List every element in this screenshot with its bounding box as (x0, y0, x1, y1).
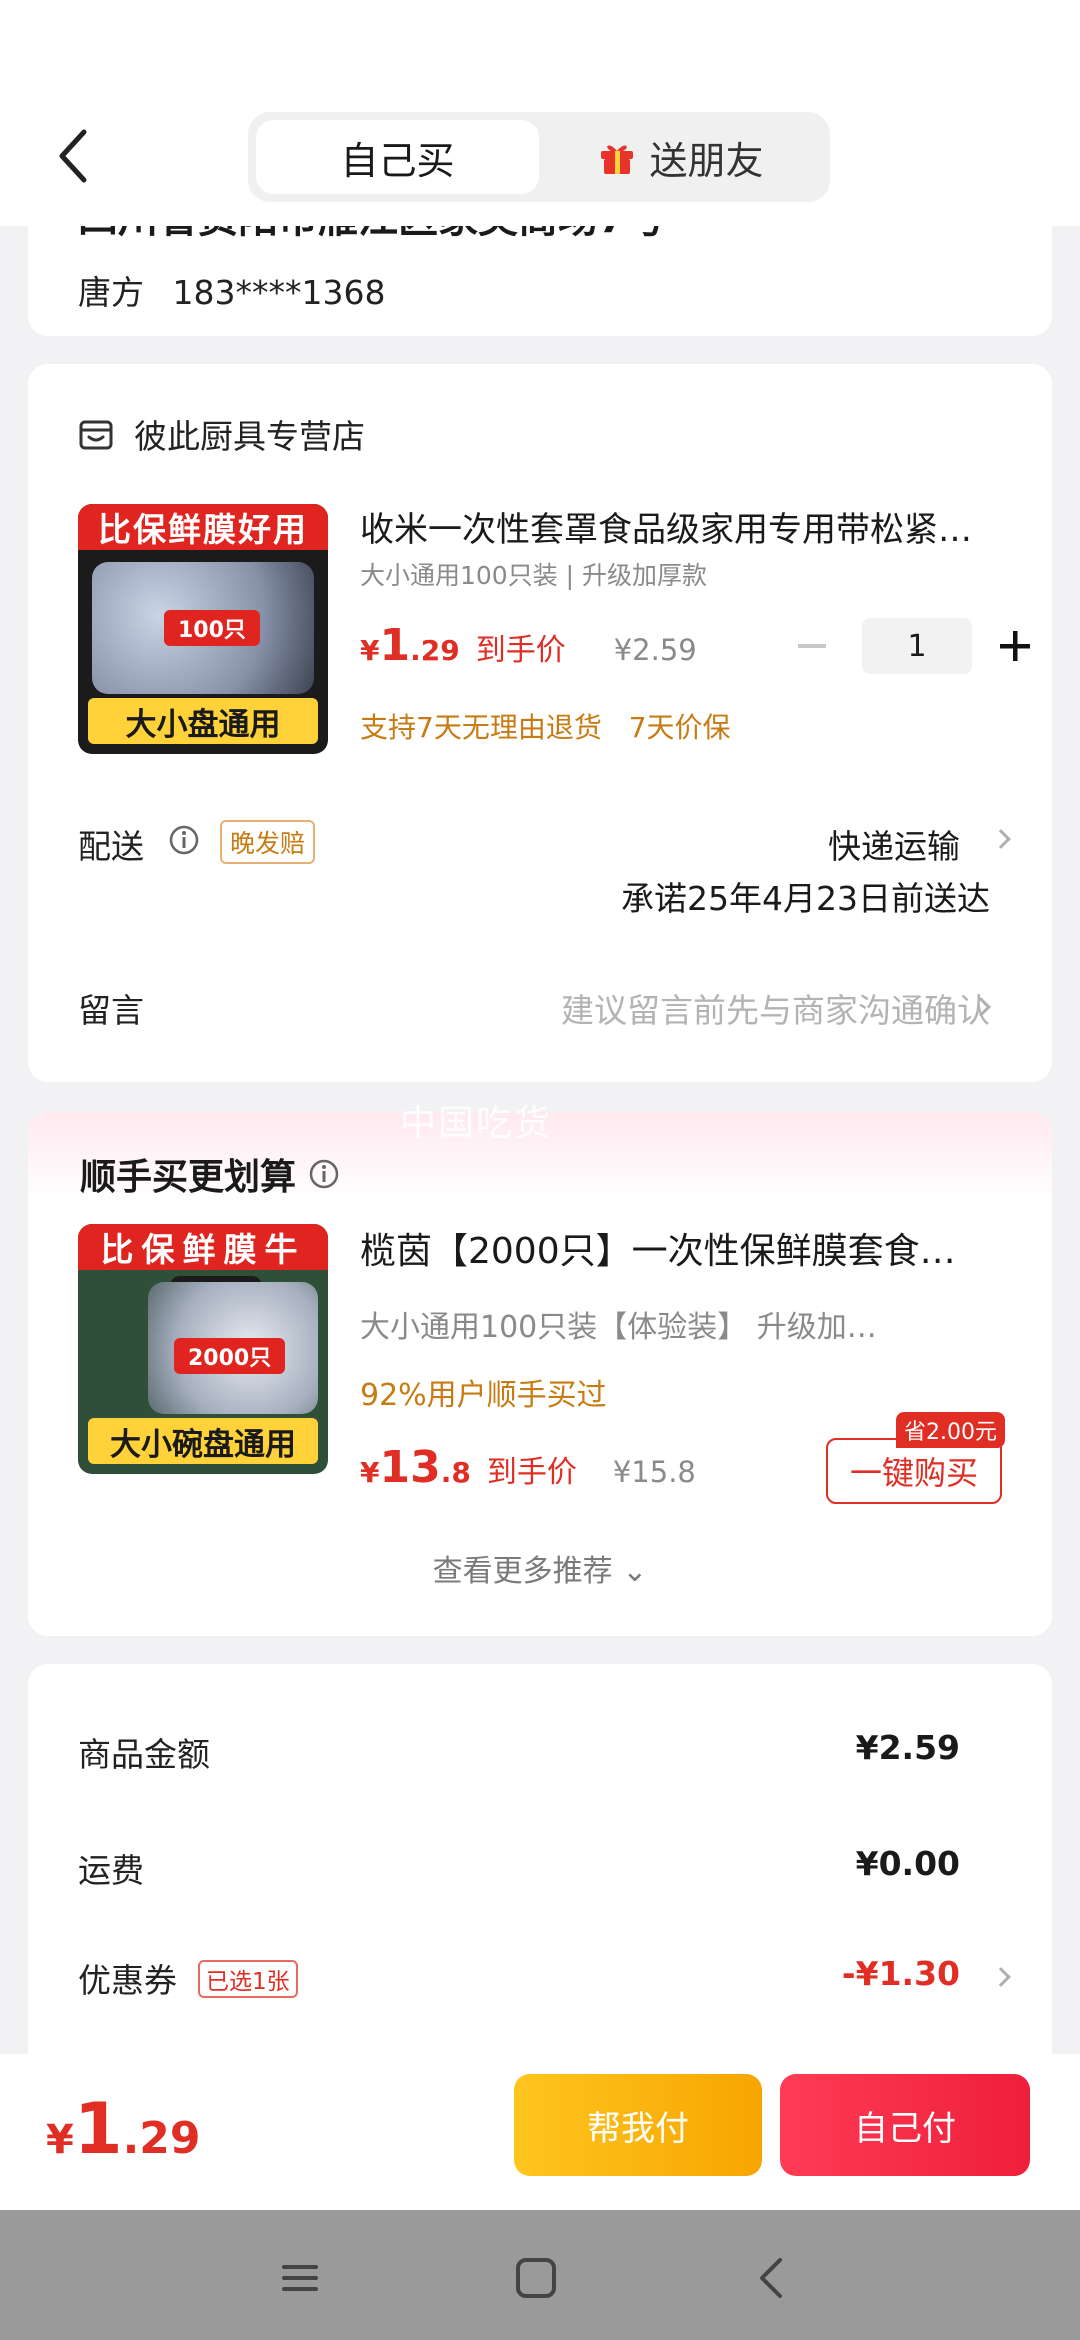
product-image-bottom-text: 大小盘通用 (88, 698, 318, 744)
recommend-price: ¥ 13 .8 到手价 ¥15.8 (360, 1442, 696, 1493)
product-image[interactable]: 比保鲜膜好用 100只 大小盘通用 (78, 504, 328, 754)
recipient-name: 唐方 (78, 273, 144, 312)
recommend-product-spec[interactable]: 大小通用100只装【体验装】 升级加… (360, 1302, 960, 1346)
plus-icon (1000, 631, 1030, 661)
shop-icon (79, 420, 113, 450)
coupon-label: 优惠券 (78, 1961, 177, 2000)
gift-icon (601, 145, 634, 174)
recommend-image-bottom-text: 大小碗盘通用 (88, 1418, 318, 1464)
total-price: ¥ 1 .29 (46, 2088, 201, 2170)
shipping-fee-row: 运费 ¥0.00 (78, 1844, 1022, 1894)
coupon-row[interactable]: 优惠券 已选1张 -¥1.30 (78, 1954, 1022, 2004)
info-icon[interactable] (308, 1158, 340, 1190)
product-title[interactable]: 收米一次性套罩食品级家用专用带松紧… (360, 502, 1020, 551)
price-decimal: .29 (410, 634, 460, 667)
recommend-product-title[interactable]: 榄茵【2000只】一次性保鲜膜套食… (360, 1222, 1020, 1274)
back-button[interactable] (52, 124, 96, 188)
save-amount-badge: 省2.00元 (896, 1412, 1005, 1448)
checkout-bar: ¥ 1 .29 帮我付 自己付 (0, 2054, 1080, 2210)
product-services: 支持7天无理由退货 7天价保 (360, 706, 731, 746)
quantity-input[interactable]: 1 (862, 618, 972, 674)
tab-gift-friend-label: 送朋友 (649, 138, 764, 183)
recommend-title: 顺手买更划算 (80, 1157, 297, 1198)
service-return: 支持7天无理由退货 (360, 711, 602, 744)
recommend-image-pill: 2000只 (174, 1338, 286, 1374)
home-square-icon[interactable] (508, 2250, 564, 2306)
recommend-bought-percent: 92%用户顺手买过 (360, 1378, 607, 1413)
recommend-header: 顺手买更划算 (80, 1148, 340, 1200)
recommend-card: 顺手买更划算 比保鲜膜牛 买贵包退 2000只 大小碗盘通用 榄茵【2000只】… (28, 1112, 1052, 1636)
shop-row[interactable]: 彼此厨具专营店 (78, 410, 365, 458)
tab-buy-for-self-label: 自己买 (340, 138, 455, 183)
goods-amount-value: ¥2.59 (855, 1728, 960, 1767)
address-contact: 唐方 183****1368 (78, 266, 385, 314)
goods-amount-row: 商品金额 ¥2.59 (78, 1728, 1022, 1778)
product-image-top-text: 比保鲜膜好用 (78, 504, 328, 550)
chevron-right-icon (991, 1967, 1011, 1987)
message-label: 留言 (78, 991, 144, 1030)
shipping-fee-label: 运费 (78, 1851, 144, 1890)
pay-myself-button[interactable]: 自己付 (780, 2074, 1030, 2176)
top-bar: 自己买 送朋友 (0, 0, 1080, 226)
goods-amount-label: 商品金额 (78, 1735, 210, 1774)
chevron-right-icon (991, 829, 1011, 849)
system-nav-bar (0, 2210, 1080, 2340)
back-arrow-icon (59, 129, 87, 183)
price-integer: 1 (379, 620, 411, 671)
buy-mode-switch: 自己买 送朋友 (248, 112, 830, 202)
help-me-pay-button[interactable]: 帮我付 (514, 2074, 762, 2176)
quantity-stepper: 1 (780, 618, 1040, 674)
product-image-pill: 100只 (164, 610, 260, 646)
minus-icon (798, 644, 826, 648)
menu-icon[interactable] (272, 2250, 328, 2306)
recommend-product-image[interactable]: 比保鲜膜牛 买贵包退 2000只 大小碗盘通用 (78, 1224, 328, 1474)
shipping-label: 配送 (78, 827, 144, 866)
total-decimal: .29 (122, 2113, 201, 2164)
tab-gift-friend[interactable]: 送朋友 (539, 120, 822, 194)
coupon-selected-badge: 已选1张 (198, 1960, 298, 1998)
price-tag: 到手价 (486, 1455, 577, 1490)
total-integer: 1 (73, 2088, 123, 2170)
info-icon[interactable] (168, 824, 200, 856)
total-currency: ¥ (46, 2117, 74, 2163)
product-spec[interactable]: 大小通用100只装 | 升级加厚款 (360, 556, 707, 592)
late-compensation-badge: 晚发赔 (220, 820, 316, 864)
shipping-fee-value: ¥0.00 (855, 1844, 960, 1883)
price-currency: ¥ (360, 634, 380, 667)
price-decimal: .8 (440, 1456, 471, 1489)
shipping-row[interactable]: 配送 晚发赔 快递运输 (78, 816, 1022, 868)
product-price: ¥ 1 .29 到手价 ¥2.59 (360, 620, 697, 671)
quantity-increase-button[interactable] (990, 621, 1040, 671)
message-input[interactable]: 建议留言前先与商家沟通确认 (561, 984, 990, 1032)
nav-back-icon[interactable] (744, 2250, 800, 2306)
service-price-protect: 7天价保 (628, 711, 731, 744)
price-integer: 13 (379, 1442, 441, 1493)
shipping-method: 快递运输 (828, 827, 960, 866)
recipient-phone: 183****1368 (172, 273, 386, 312)
recommend-image-top-text: 比保鲜膜牛 (78, 1224, 328, 1270)
original-price: ¥2.59 (613, 633, 697, 667)
watermark: 中国吃货 (400, 1103, 553, 1144)
quantity-decrease-button[interactable] (780, 621, 844, 671)
price-summary-card: 商品金额 ¥2.59 运费 ¥0.00 优惠券 已选1张 -¥1.30 (28, 1664, 1052, 2084)
tab-buy-for-self[interactable]: 自己买 (256, 120, 539, 194)
price-currency: ¥ (360, 1456, 380, 1489)
price-tag: 到手价 (475, 633, 566, 668)
more-recommendations-link[interactable]: 查看更多推荐 ⌄ (28, 1546, 1052, 1590)
order-card: 彼此厨具专营店 比保鲜膜好用 100只 大小盘通用 收米一次性套罩食品级家用专用… (28, 364, 1052, 1082)
shop-name: 彼此厨具专营店 (134, 417, 365, 456)
delivery-promise: 承诺25年4月23日前送达 (621, 879, 990, 918)
coupon-value: -¥1.30 (841, 1954, 960, 1993)
original-price: ¥15.8 (612, 1455, 696, 1489)
